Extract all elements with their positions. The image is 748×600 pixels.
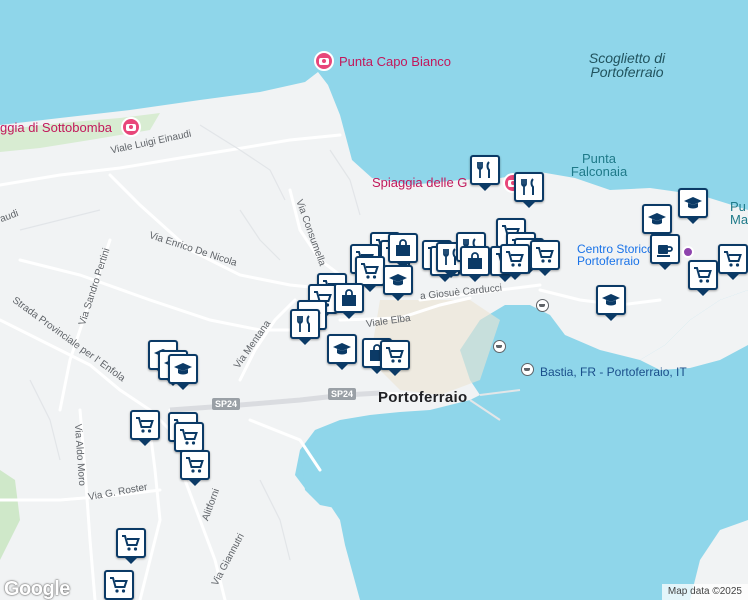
map-canvas[interactable]: Punta Capo Bianco ggia di Sottobomba Sco…: [0, 0, 748, 600]
poi-marker-bag[interactable]: [460, 246, 490, 282]
camera-icon[interactable]: [121, 117, 141, 137]
school-icon: [174, 363, 192, 375]
shopping-cart-icon: [136, 417, 154, 433]
school-icon: [389, 274, 407, 286]
cafe-icon: [657, 245, 673, 257]
poi-marker-cart[interactable]: [380, 340, 410, 376]
shopping-cart-icon: [186, 457, 204, 473]
road-shield-sp24: SP24: [328, 388, 357, 400]
shopping-cart-icon: [536, 247, 554, 263]
ferry-icon[interactable]: [521, 363, 534, 376]
shopping-cart-icon: [506, 251, 524, 267]
google-logo: Google: [4, 578, 70, 600]
poi-marker-food[interactable]: [470, 155, 500, 191]
label-punta-ma: Pu Ma: [730, 199, 748, 227]
poi-marker-cart[interactable]: [530, 240, 560, 276]
poi-marker-school[interactable]: [168, 354, 198, 390]
poi-marker-school[interactable]: [327, 334, 357, 370]
shopping-bag-icon: [342, 289, 356, 306]
label-spiaggia-delle[interactable]: Spiaggia delle G: [372, 176, 467, 189]
poi-marker-cart[interactable]: [104, 570, 134, 600]
shopping-cart-icon: [122, 535, 140, 551]
poi-marker-food[interactable]: [514, 172, 544, 208]
label-bastia[interactable]: Bastia, FR - Portoferraio, IT: [540, 366, 687, 378]
poi-marker-cart[interactable]: [180, 450, 210, 486]
poi-marker-cart[interactable]: [355, 256, 385, 292]
poi-marker-cart[interactable]: [130, 410, 160, 446]
poi-marker-school[interactable]: [383, 265, 413, 301]
label-scoglietto: Scoglietto di Portoferraio: [588, 50, 666, 80]
shopping-bag-icon: [468, 252, 482, 269]
ferry-icon[interactable]: [493, 340, 506, 353]
poi-marker-school[interactable]: [596, 285, 626, 321]
label-town-portoferraio: Portoferraio: [378, 389, 468, 406]
school-icon: [602, 294, 620, 306]
map-base-layer: [0, 0, 748, 600]
map-attribution[interactable]: Map data ©2025: [661, 584, 748, 600]
poi-marker-cafe[interactable]: [650, 234, 680, 270]
shopping-cart-icon: [386, 347, 404, 363]
poi-marker-cart[interactable]: [718, 244, 748, 280]
school-icon: [648, 213, 666, 225]
shopping-cart-icon: [361, 263, 379, 279]
shopping-cart-icon: [724, 251, 742, 267]
label-punta-falconaia: Punta Falconaia: [570, 151, 628, 179]
shopping-cart-icon: [180, 429, 198, 445]
restaurant-icon: [297, 315, 310, 332]
label-spiaggia-sottobomba[interactable]: ggia di Sottobomba: [0, 121, 112, 134]
poi-marker-school[interactable]: [678, 188, 708, 224]
shopping-bag-icon: [396, 239, 410, 256]
poi-marker-bag[interactable]: [388, 233, 418, 269]
ferry-icon[interactable]: [536, 299, 549, 312]
school-icon: [333, 343, 351, 355]
restaurant-icon: [521, 178, 534, 195]
poi-marker-school[interactable]: [642, 204, 672, 240]
school-icon: [684, 197, 702, 209]
poi-marker-bag[interactable]: [334, 283, 364, 319]
poi-marker-cart[interactable]: [116, 528, 146, 564]
poi-marker-cart[interactable]: [688, 260, 718, 296]
shopping-cart-icon: [110, 577, 128, 593]
poi-marker-cart[interactable]: [500, 244, 530, 280]
camera-icon[interactable]: [314, 51, 334, 71]
poi-marker-cart[interactable]: [174, 422, 204, 458]
road-shield-sp24: SP24: [212, 398, 241, 410]
shopping-cart-icon: [694, 267, 712, 283]
label-punta-capo-bianco[interactable]: Punta Capo Bianco: [339, 55, 451, 68]
restaurant-icon: [477, 161, 490, 178]
poi-marker-food[interactable]: [290, 309, 320, 345]
